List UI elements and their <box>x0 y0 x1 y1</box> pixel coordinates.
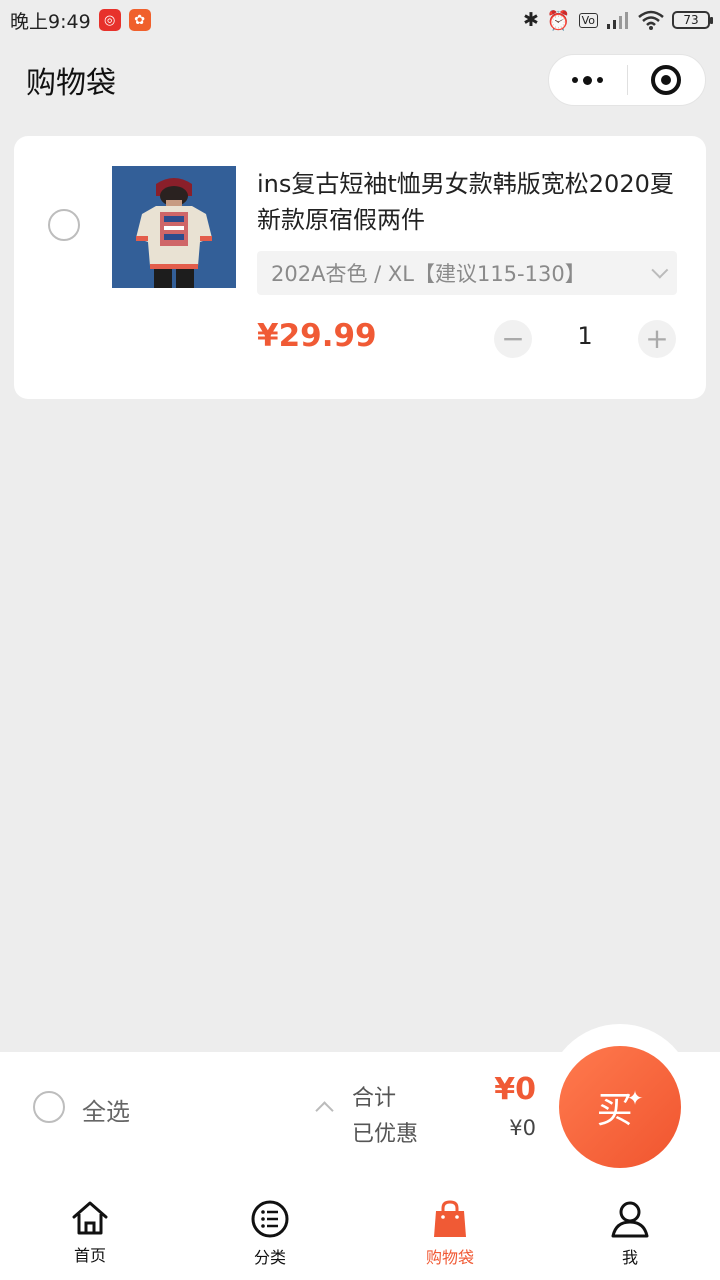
chevron-down-icon <box>651 261 669 279</box>
sparkle-icon: ✦ <box>626 1086 644 1110</box>
item-select-checkbox[interactable] <box>48 209 80 241</box>
product-price: ¥29.99 <box>257 318 377 354</box>
more-dots-icon <box>572 75 604 85</box>
tab-cart[interactable]: 购物袋 <box>360 1180 540 1280</box>
tab-label-category: 分类 <box>253 1248 286 1267</box>
product-image[interactable] <box>112 166 236 288</box>
alarm-icon: ⏰ <box>546 9 571 32</box>
volte-icon: Vo <box>578 12 598 28</box>
minus-icon: − <box>501 322 525 355</box>
status-right: ✱ ⏰ Vo 73 <box>523 9 713 32</box>
netease-music-icon: ◎ <box>98 9 121 31</box>
page-title: 购物袋 <box>26 66 116 101</box>
quantity-value[interactable]: 1 <box>544 322 626 350</box>
tab-label-cart: 购物袋 <box>425 1248 474 1267</box>
user-icon <box>611 1201 649 1238</box>
more-button[interactable] <box>549 55 627 105</box>
signal-icon <box>607 12 628 29</box>
tab-home[interactable]: 首页 <box>0 1180 180 1280</box>
header: 购物袋 <box>0 40 720 120</box>
close-mini-program-button[interactable] <box>628 55 706 105</box>
buy-button[interactable]: 买 ✦ <box>559 1046 681 1168</box>
plus-icon: + <box>645 322 669 355</box>
tab-profile[interactable]: 我 <box>540 1180 720 1280</box>
tab-category[interactable]: 分类 <box>180 1180 360 1280</box>
chevron-up-icon[interactable] <box>315 1101 334 1120</box>
home-icon <box>72 1201 108 1235</box>
tab-label-home: 首页 <box>73 1246 106 1265</box>
spec-select[interactable]: 202A杏色 / XL【建议115-130】 <box>257 251 677 295</box>
status-bar: 晚上9:49 ◎ ✿ ✱ ⏰ Vo 73 <box>0 0 720 40</box>
list-icon <box>251 1200 289 1238</box>
bag-icon <box>434 1200 466 1237</box>
app-notification-icon: ✿ <box>128 9 151 31</box>
total-value: ¥0 <box>494 1072 536 1107</box>
status-time: 晚上9:49 <box>10 10 91 33</box>
mini-program-capsule <box>548 54 706 106</box>
close-target-icon <box>651 65 682 95</box>
tab-bar: 首页 分类 购物袋 我 <box>0 1180 720 1280</box>
product-title[interactable]: ins复古短袖t恤男女款韩版宽松2020夏新款原宿假两件 <box>257 166 677 238</box>
bluetooth-icon: ✱ <box>523 9 539 31</box>
battery-indicator: 73 <box>672 11 713 29</box>
spec-value: 202A杏色 / XL【建议115-130】 <box>271 262 586 286</box>
total-label: 合计 <box>352 1086 397 1111</box>
wifi-icon <box>638 10 664 30</box>
discount-value: ¥0 <box>509 1116 536 1140</box>
quantity-increase-button[interactable]: + <box>638 320 676 358</box>
status-left: 晚上9:49 ◎ ✿ <box>10 7 151 34</box>
quantity-decrease-button[interactable]: − <box>494 320 532 358</box>
cart-item-card: ins复古短袖t恤男女款韩版宽松2020夏新款原宿假两件 202A杏色 / XL… <box>14 136 706 399</box>
discount-label: 已优惠 <box>352 1122 419 1147</box>
select-all-label[interactable]: 全选 <box>82 1092 130 1127</box>
select-all-checkbox[interactable] <box>33 1091 65 1123</box>
tab-label-profile: 我 <box>621 1248 638 1267</box>
